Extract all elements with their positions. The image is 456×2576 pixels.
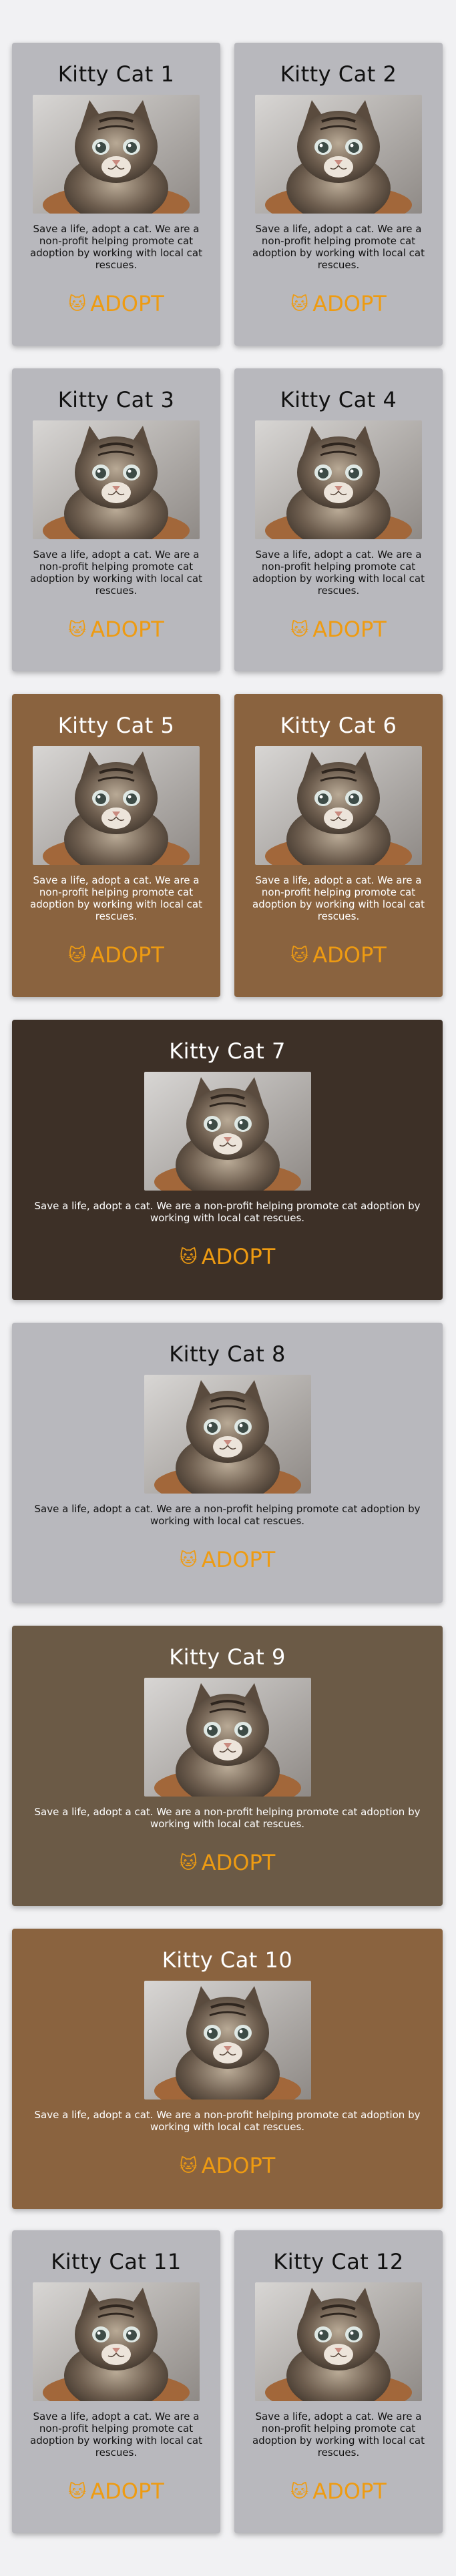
card-description: Save a life, adopt a cat. We are a non-p… bbox=[252, 874, 425, 922]
adopt-button[interactable]: 🐱 ADOPT bbox=[68, 617, 164, 642]
cat-card: Kitty Cat 5 Save a life, adopt a cat. We… bbox=[12, 694, 220, 997]
cat-face-icon: 🐱 bbox=[290, 946, 309, 966]
kitten-photo bbox=[144, 1678, 311, 1797]
cat-card: Kitty Cat 8 Save a life, adopt a cat. We… bbox=[12, 1323, 443, 1603]
adopt-button[interactable]: 🐱 ADOPT bbox=[180, 1244, 276, 1269]
cat-face-icon: 🐱 bbox=[179, 1853, 198, 1873]
cat-card: Kitty Cat 7 Save a life, adopt a cat. We… bbox=[12, 1020, 443, 1300]
kitten-photo bbox=[255, 2282, 422, 2401]
cat-card: Kitty Cat 6 Save a life, adopt a cat. We… bbox=[234, 694, 443, 997]
card-description: Save a life, adopt a cat. We are a non-p… bbox=[30, 2410, 202, 2459]
kitten-photo bbox=[33, 420, 200, 539]
cat-face-icon: 🐱 bbox=[179, 1247, 198, 1267]
cat-face-icon: 🐱 bbox=[68, 294, 87, 314]
cat-face-icon: 🐱 bbox=[68, 946, 87, 966]
cat-card: Kitty Cat 4 Save a life, adopt a cat. We… bbox=[234, 368, 443, 671]
card-title: Kitty Cat 3 bbox=[57, 387, 175, 412]
adopt-label: ADOPT bbox=[312, 2479, 387, 2504]
card-title: Kitty Cat 7 bbox=[169, 1038, 286, 1064]
kitten-photo bbox=[255, 95, 422, 214]
cat-card: Kitty Cat 12 Save a life, adopt a cat. W… bbox=[234, 2230, 443, 2533]
cat-card: Kitty Cat 2 Save a life, adopt a cat. We… bbox=[234, 43, 443, 346]
kitten-photo bbox=[144, 1981, 311, 2100]
adopt-button[interactable]: 🐱 ADOPT bbox=[180, 1547, 276, 1572]
cat-face-icon: 🐱 bbox=[68, 2482, 87, 2502]
card-description: Save a life, adopt a cat. We are a non-p… bbox=[252, 2410, 425, 2459]
adopt-label: ADOPT bbox=[201, 1850, 276, 1875]
card-description: Save a life, adopt a cat. We are a non-p… bbox=[30, 549, 202, 597]
cat-face-icon: 🐱 bbox=[179, 1550, 198, 1570]
kitten-photo bbox=[255, 746, 422, 865]
adopt-button[interactable]: 🐱 ADOPT bbox=[68, 942, 164, 968]
cat-card: Kitty Cat 1 Save a life, adopt a cat. We… bbox=[12, 43, 220, 346]
card-description: Save a life, adopt a cat. We are a non-p… bbox=[30, 874, 202, 922]
card-title: Kitty Cat 12 bbox=[273, 2249, 404, 2274]
card-title: Kitty Cat 2 bbox=[280, 61, 397, 87]
adopt-button[interactable]: 🐱 ADOPT bbox=[68, 2479, 164, 2504]
card-title: Kitty Cat 11 bbox=[51, 2249, 182, 2274]
kitten-photo bbox=[33, 95, 200, 214]
adopt-label: ADOPT bbox=[90, 942, 164, 968]
card-title: Kitty Cat 9 bbox=[169, 1644, 286, 1670]
card-description: Save a life, adopt a cat. We are a non-p… bbox=[34, 1503, 421, 1527]
adopt-label: ADOPT bbox=[201, 1547, 276, 1572]
cat-card: Kitty Cat 10 Save a life, adopt a cat. W… bbox=[12, 1929, 443, 2209]
cat-face-icon: 🐱 bbox=[179, 2156, 198, 2176]
kitten-photo bbox=[33, 746, 200, 865]
adopt-button[interactable]: 🐱 ADOPT bbox=[290, 942, 387, 968]
adopt-button[interactable]: 🐱 ADOPT bbox=[180, 1850, 276, 1875]
cat-face-icon: 🐱 bbox=[290, 2482, 309, 2502]
adopt-button[interactable]: 🐱 ADOPT bbox=[180, 2153, 276, 2178]
cat-face-icon: 🐱 bbox=[68, 620, 87, 640]
adopt-button[interactable]: 🐱 ADOPT bbox=[68, 291, 164, 316]
kitten-photo bbox=[144, 1375, 311, 1494]
card-description: Save a life, adopt a cat. We are a non-p… bbox=[34, 1806, 421, 1830]
cat-card: Kitty Cat 3 Save a life, adopt a cat. We… bbox=[12, 368, 220, 671]
card-description: Save a life, adopt a cat. We are a non-p… bbox=[252, 549, 425, 597]
kitten-photo bbox=[255, 420, 422, 539]
adopt-label: ADOPT bbox=[90, 291, 164, 316]
card-title: Kitty Cat 8 bbox=[169, 1341, 286, 1367]
cat-face-icon: 🐱 bbox=[290, 620, 309, 640]
cat-face-icon: 🐱 bbox=[290, 294, 309, 314]
card-title: Kitty Cat 10 bbox=[162, 1947, 293, 1973]
adopt-label: ADOPT bbox=[312, 291, 387, 316]
adopt-label: ADOPT bbox=[312, 617, 387, 642]
cat-card: Kitty Cat 9 Save a life, adopt a cat. We… bbox=[12, 1626, 443, 1906]
card-description: Save a life, adopt a cat. We are a non-p… bbox=[34, 1200, 421, 1224]
card-title: Kitty Cat 4 bbox=[280, 387, 397, 412]
adopt-label: ADOPT bbox=[312, 942, 387, 968]
adopt-label: ADOPT bbox=[90, 617, 164, 642]
adopt-button[interactable]: 🐱 ADOPT bbox=[290, 617, 387, 642]
adopt-label: ADOPT bbox=[201, 1244, 276, 1269]
card-description: Save a life, adopt a cat. We are a non-p… bbox=[252, 223, 425, 271]
adopt-label: ADOPT bbox=[201, 2153, 276, 2178]
card-description: Save a life, adopt a cat. We are a non-p… bbox=[34, 2109, 421, 2133]
card-title: Kitty Cat 1 bbox=[57, 61, 175, 87]
kitten-photo bbox=[33, 2282, 200, 2401]
kitten-photo bbox=[144, 1072, 311, 1191]
adopt-label: ADOPT bbox=[90, 2479, 164, 2504]
card-title: Kitty Cat 6 bbox=[280, 713, 397, 738]
card-title: Kitty Cat 5 bbox=[57, 713, 175, 738]
cat-card: Kitty Cat 11 Save a life, adopt a cat. W… bbox=[12, 2230, 220, 2533]
adopt-button[interactable]: 🐱 ADOPT bbox=[290, 291, 387, 316]
card-description: Save a life, adopt a cat. We are a non-p… bbox=[30, 223, 202, 271]
adopt-button[interactable]: 🐱 ADOPT bbox=[290, 2479, 387, 2504]
